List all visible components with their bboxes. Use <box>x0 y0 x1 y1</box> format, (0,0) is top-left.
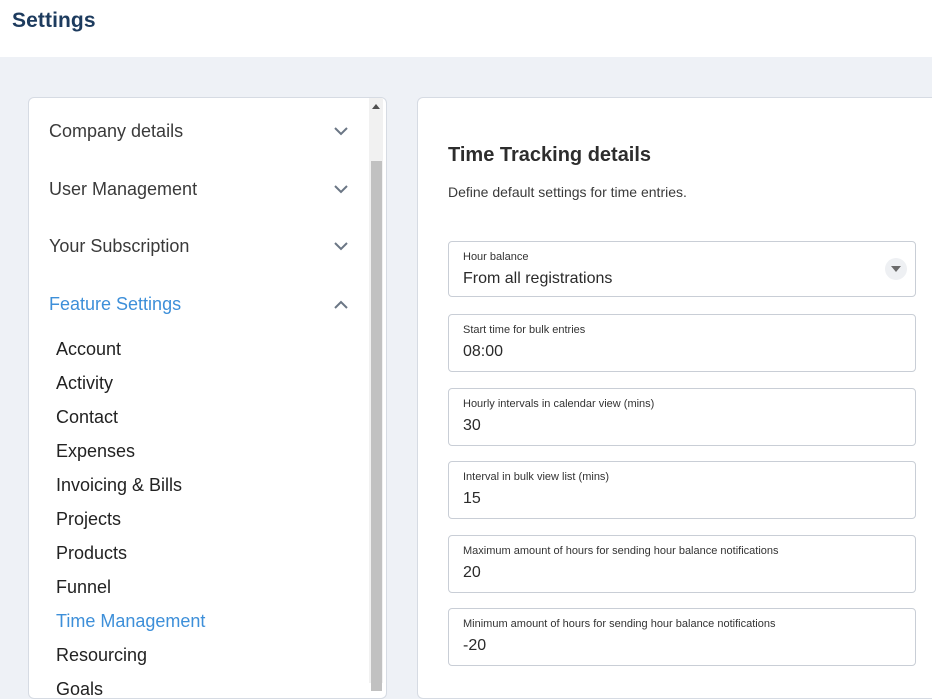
section-title: Time Tracking details <box>448 144 652 166</box>
bulk-view-interval-input[interactable] <box>463 490 863 508</box>
sidebar-item-funnel[interactable]: Funnel <box>56 575 111 599</box>
field-label: Minimum amount of hours for sending hour… <box>463 618 776 630</box>
sidebar-item-contact[interactable]: Contact <box>56 405 118 429</box>
sidebar-item-projects[interactable]: Projects <box>56 507 121 531</box>
bulk-view-interval-field[interactable]: Interval in bulk view list (mins) <box>448 461 916 519</box>
scrollbar-thumb[interactable] <box>371 161 382 691</box>
section-label: Feature Settings <box>49 293 182 314</box>
max-hours-notification-field[interactable]: Maximum amount of hours for sending hour… <box>448 535 916 593</box>
field-value: From all registrations <box>463 270 613 287</box>
sidebar-item-products[interactable]: Products <box>56 541 127 565</box>
chevron-down-icon <box>333 181 349 197</box>
sidebar-item-account[interactable]: Account <box>56 337 121 361</box>
min-hours-notification-field[interactable]: Minimum amount of hours for sending hour… <box>448 608 916 666</box>
start-time-input[interactable] <box>463 343 863 361</box>
chevron-down-icon <box>333 123 349 139</box>
sidebar-item-activity[interactable]: Activity <box>56 371 113 395</box>
chevron-down-icon <box>333 238 349 254</box>
field-label: Start time for bulk entries <box>463 324 586 336</box>
min-hours-input[interactable] <box>463 637 863 655</box>
section-description: Define default settings for time entries… <box>448 184 687 200</box>
sidebar-section-company-details[interactable]: Company details <box>49 116 349 146</box>
section-label: Company details <box>49 120 184 141</box>
hourly-intervals-input[interactable] <box>463 417 863 435</box>
sidebar-item-expenses[interactable]: Expenses <box>56 439 135 463</box>
page-title: Settings <box>12 9 96 32</box>
max-hours-input[interactable] <box>463 564 863 582</box>
top-bar: Settings <box>0 0 932 57</box>
field-label: Hour balance <box>463 251 529 263</box>
sidebar-item-invoicing-bills[interactable]: Invoicing & Bills <box>56 473 182 497</box>
sidebar-section-feature-settings[interactable]: Feature Settings <box>49 289 349 319</box>
start-time-bulk-entries-field[interactable]: Start time for bulk entries <box>448 314 916 372</box>
sidebar-scrollbar[interactable] <box>369 98 383 691</box>
hour-balance-select[interactable]: Hour balance From all registrations <box>448 241 916 297</box>
field-label: Hourly intervals in calendar view (mins) <box>463 398 655 410</box>
settings-sidebar: Company details User Management Your Sub… <box>28 97 387 699</box>
sidebar-section-user-management[interactable]: User Management <box>49 174 349 204</box>
sidebar-section-your-subscription[interactable]: Your Subscription <box>49 231 349 261</box>
sidebar-item-goals[interactable]: Goals <box>56 677 103 698</box>
section-label: Your Subscription <box>49 235 190 256</box>
sidebar-item-time-management[interactable]: Time Management <box>56 609 205 633</box>
chevron-up-icon <box>333 296 349 312</box>
time-tracking-card: Time Tracking details Define default set… <box>417 97 932 699</box>
scroll-up-arrow-icon[interactable] <box>369 98 383 114</box>
field-label: Interval in bulk view list (mins) <box>463 471 610 483</box>
caret-down-icon[interactable] <box>885 258 907 280</box>
hourly-intervals-field[interactable]: Hourly intervals in calendar view (mins) <box>448 388 916 446</box>
field-label: Maximum amount of hours for sending hour… <box>463 545 779 557</box>
section-label: User Management <box>49 178 198 199</box>
sidebar-item-resourcing[interactable]: Resourcing <box>56 643 147 667</box>
